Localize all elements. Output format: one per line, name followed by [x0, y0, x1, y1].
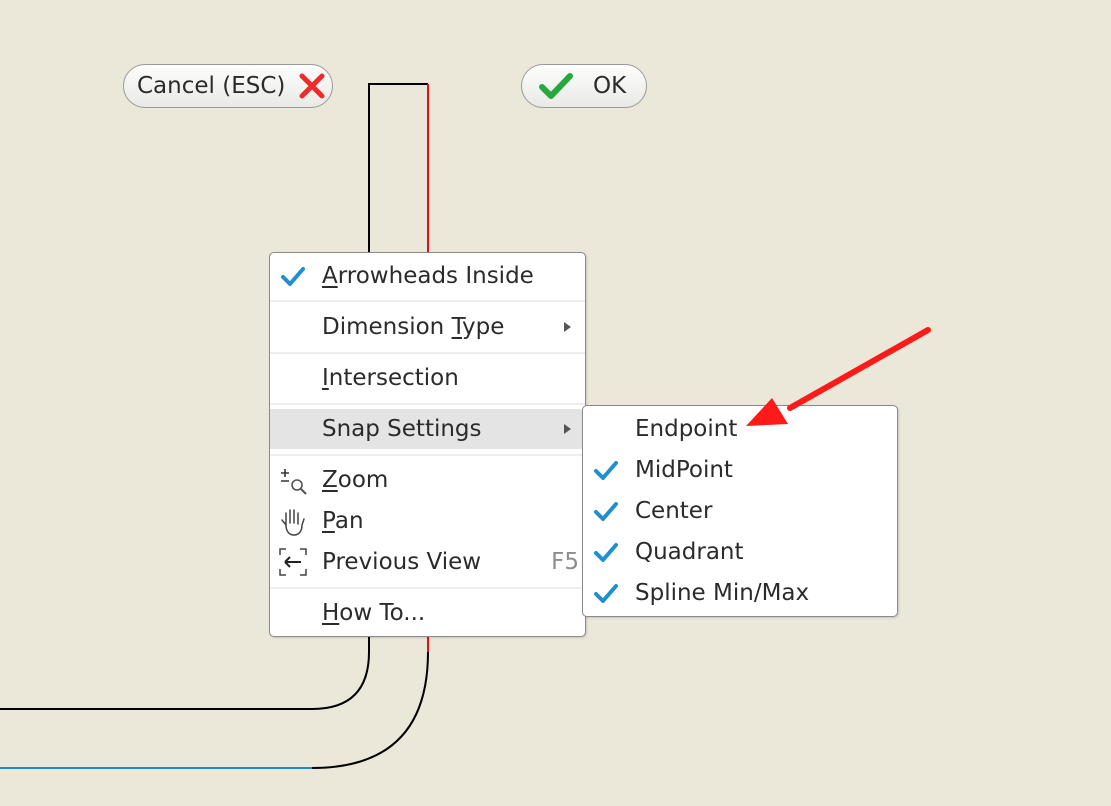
annotation-arrow-icon — [746, 327, 931, 426]
